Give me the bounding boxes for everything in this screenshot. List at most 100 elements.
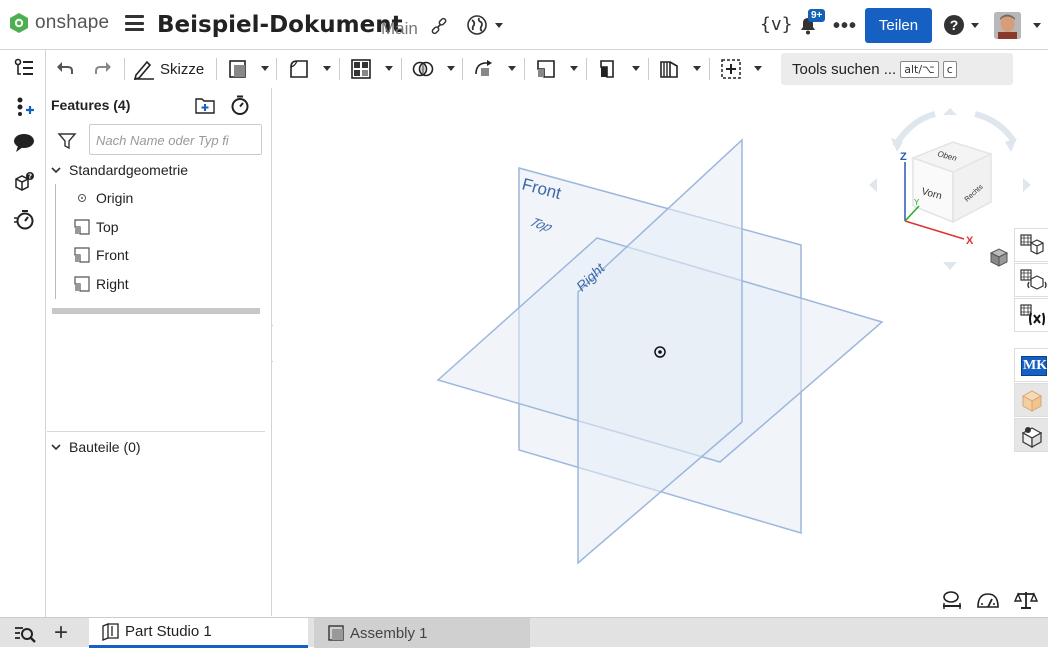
left-rail: ? <box>0 50 46 620</box>
chevron-down-icon[interactable] <box>51 442 61 452</box>
parts-group[interactable]: Bauteile (0) <box>51 439 141 455</box>
chevron-down-icon[interactable] <box>51 165 61 175</box>
measure-tool-icon[interactable] <box>940 590 964 610</box>
link-icon[interactable] <box>430 17 448 35</box>
rollback-bar[interactable] <box>52 308 260 314</box>
avatar-image <box>994 12 1021 39</box>
balance-tool-icon[interactable] <box>1014 590 1038 610</box>
sheet-metal-icon[interactable] <box>597 58 619 80</box>
feature-search-input[interactable]: Nach Name oder Typ fi <box>89 124 262 155</box>
notification-badge: 9+ <box>808 9 826 22</box>
chevron-down-icon[interactable] <box>971 23 979 28</box>
plane-icon <box>74 276 90 292</box>
rebuild-timer-icon[interactable] <box>229 94 251 116</box>
feature-panel: Features (4) Nach Name oder Typ fi Stand… <box>47 88 272 616</box>
group-label: Standardgeometrie <box>69 162 189 178</box>
feature-item-origin[interactable]: Origin <box>78 190 133 206</box>
transform-icon[interactable] <box>473 58 495 80</box>
chevron-down-icon[interactable] <box>447 66 455 71</box>
redo-icon[interactable] <box>92 58 114 80</box>
toolbar-separator <box>648 58 649 80</box>
feature-label: Origin <box>96 190 134 206</box>
features-title: Features (4) <box>51 97 131 113</box>
axis-x-label: X <box>966 235 974 247</box>
plane-icon <box>74 219 90 235</box>
chevron-down-icon[interactable] <box>495 23 503 28</box>
pencil-icon <box>133 60 154 80</box>
graphics-viewport[interactable]: Front Top Right Oben Vorn Rechts Z X Y <box>273 88 1048 616</box>
chevron-down-icon[interactable] <box>1033 23 1041 28</box>
render-panel-button[interactable] <box>1014 383 1048 417</box>
tab-assembly[interactable]: Assembly 1 <box>314 618 530 648</box>
view-options-cube-icon[interactable] <box>988 246 1010 268</box>
chevron-down-icon[interactable] <box>261 66 269 71</box>
chevron-down-icon[interactable] <box>632 66 640 71</box>
chevron-down-icon[interactable] <box>754 66 762 71</box>
toolbar-separator <box>276 58 277 80</box>
svg-text:?: ? <box>28 173 32 181</box>
sketch-button[interactable]: Skizze <box>132 57 204 81</box>
add-folder-icon[interactable] <box>194 95 216 115</box>
user-avatar[interactable] <box>994 12 1021 39</box>
onshape-logo[interactable]: onshape <box>8 12 109 34</box>
mass-properties-panel-button[interactable] <box>1014 418 1048 452</box>
logo-text: onshape <box>35 12 110 33</box>
appearance-panel-button[interactable] <box>1014 228 1048 262</box>
bottom-tab-bar: + Part Studio 1 Assembly 1 <box>0 617 1048 648</box>
comment-icon[interactable] <box>13 132 35 154</box>
chevron-down-icon[interactable] <box>385 66 393 71</box>
chevron-down-icon[interactable] <box>693 66 701 71</box>
filter-icon[interactable] <box>57 131 77 151</box>
plane-tool-icon[interactable] <box>535 58 557 80</box>
tab-label: Part Studio 1 <box>125 623 212 640</box>
assembly-icon <box>328 625 344 641</box>
origin-icon <box>78 194 86 202</box>
tools-search-button[interactable]: Tools suchen ... alt/⌥ c <box>781 53 1013 85</box>
globe-icon[interactable] <box>466 14 488 36</box>
feature-item-front[interactable]: Front <box>74 247 129 263</box>
more-options-icon[interactable]: ••• <box>833 15 857 38</box>
fillet-icon[interactable] <box>288 58 310 80</box>
chevron-down-icon[interactable] <box>323 66 331 71</box>
part-info-icon[interactable]: ? <box>13 171 35 193</box>
branch-name[interactable]: Main <box>381 19 418 39</box>
toolbar: Skizze Tools suchen ... alt/⌥ c <box>46 50 1048 88</box>
timer-icon[interactable] <box>13 208 35 230</box>
feature-label: Right <box>96 276 129 292</box>
top-bar: onshape Beispiel-Dokument Main {v} 9+ ••… <box>0 0 1048 50</box>
feature-item-top[interactable]: Top <box>74 219 119 235</box>
variables-icon[interactable]: {v} <box>760 14 793 35</box>
feature-list-icon[interactable] <box>13 57 35 79</box>
main-menu-icon[interactable] <box>125 15 144 31</box>
toolbar-separator <box>586 58 587 80</box>
search-tabs-icon[interactable] <box>14 625 36 643</box>
feature-label: Top <box>96 219 119 235</box>
configuration-panel-button[interactable] <box>1014 263 1048 297</box>
plane-icon <box>74 247 90 263</box>
axis-y-label: Y <box>914 198 920 207</box>
add-tab-button[interactable]: + <box>54 619 68 647</box>
pattern-icon[interactable] <box>350 58 372 80</box>
help-icon[interactable]: ? <box>944 15 964 35</box>
toolbar-separator <box>462 58 463 80</box>
extrude-icon[interactable] <box>227 58 249 80</box>
insert-part-icon[interactable] <box>13 95 35 117</box>
share-button[interactable]: Teilen <box>865 8 932 43</box>
chevron-down-icon[interactable] <box>508 66 516 71</box>
feature-item-right[interactable]: Right <box>74 276 129 292</box>
add-custom-feature-icon[interactable] <box>720 58 742 80</box>
variables-panel-button[interactable] <box>1014 298 1048 332</box>
gauge-tool-icon[interactable] <box>976 590 1000 610</box>
tab-part-studio[interactable]: Part Studio 1 <box>89 618 308 648</box>
document-title[interactable]: Beispiel-Dokument <box>157 12 403 38</box>
chevron-down-icon[interactable] <box>570 66 578 71</box>
mass-properties-icon <box>1021 427 1043 449</box>
section-view-icon[interactable] <box>658 58 680 80</box>
right-side-panel: MK <box>1014 228 1048 458</box>
toolbar-separator <box>401 58 402 80</box>
boolean-icon[interactable] <box>412 58 434 80</box>
undo-icon[interactable] <box>54 58 76 80</box>
group-standard-geometry[interactable]: Standardgeometrie <box>51 162 188 178</box>
panel-separator <box>47 431 265 432</box>
mk-panel-button[interactable]: MK <box>1014 348 1048 382</box>
